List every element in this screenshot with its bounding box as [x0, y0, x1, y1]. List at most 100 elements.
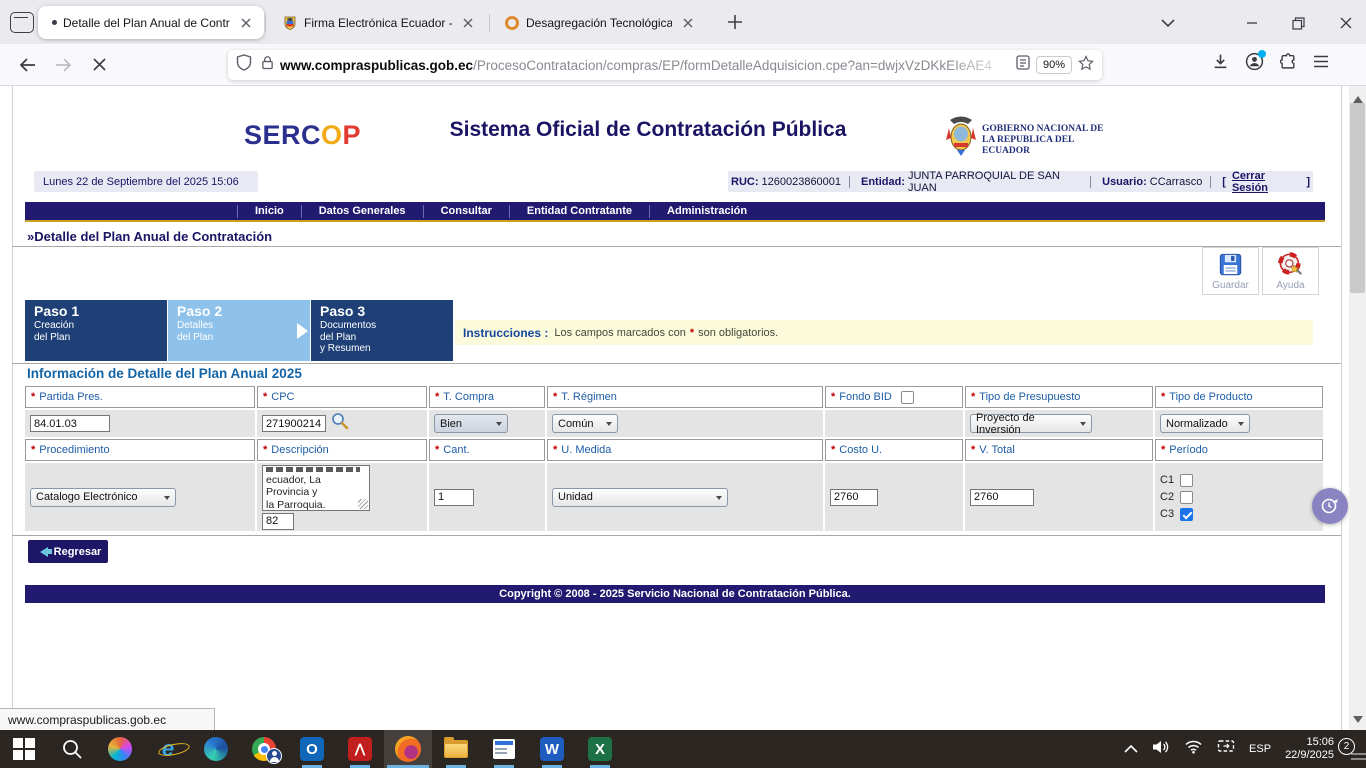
tab-detalle-plan[interactable]: Detalle del Plan Anual de Contr	[38, 6, 264, 39]
chrome-icon[interactable]	[240, 730, 288, 768]
acrobat-icon[interactable]: ⋀	[336, 730, 384, 768]
partida-input[interactable]: 84.01.03	[30, 415, 110, 432]
extensions-icon[interactable]	[1280, 53, 1297, 75]
new-tab-icon[interactable]	[724, 11, 746, 38]
clock[interactable]: 15:0622/9/2025	[1285, 736, 1334, 762]
instructions-text: Los campos marcados con	[554, 327, 685, 339]
step-1[interactable]: Paso 1 Creación del Plan	[25, 300, 167, 361]
regresar-button[interactable]: Regresar	[28, 540, 108, 563]
cell-t-compra: Bien	[429, 410, 545, 437]
ayuda-button[interactable]: Ayuda	[1262, 247, 1319, 295]
contacts-icon[interactable]	[480, 730, 528, 768]
ruc-label: RUC:	[731, 176, 759, 188]
tab-firma-electronica[interactable]: Firma Electrónica Ecuador - Firm	[272, 6, 486, 39]
t-compra-select[interactable]: Bien	[434, 414, 508, 433]
tab-title: Detalle del Plan Anual de Contr	[63, 16, 230, 30]
shield-icon[interactable]	[236, 54, 252, 76]
firefox-icon[interactable]	[384, 730, 432, 768]
u-medida-select[interactable]: Unidad	[552, 488, 728, 507]
minimize-icon[interactable]	[1236, 10, 1268, 36]
search-magnifier-icon[interactable]	[331, 412, 349, 435]
chrome-profile-badge	[266, 748, 282, 764]
wifi-icon[interactable]	[1184, 739, 1203, 759]
start-icon[interactable]	[0, 730, 48, 768]
c2-checkbox[interactable]	[1180, 491, 1193, 504]
display-icon[interactable]	[1217, 739, 1235, 759]
language-indicator[interactable]: ESP	[1249, 743, 1271, 755]
forward-icon[interactable]	[48, 50, 78, 80]
restore-icon[interactable]	[1282, 10, 1314, 36]
nav-consultar[interactable]: Consultar	[423, 205, 509, 218]
descripcion-code-input[interactable]: 82	[262, 513, 294, 530]
close-icon[interactable]	[678, 13, 698, 33]
procedimiento-select[interactable]: Catalogo Electrónico	[30, 488, 176, 507]
account-icon[interactable]	[1245, 52, 1264, 76]
close-icon[interactable]	[236, 13, 256, 33]
tab-desagregacion[interactable]: Desagregación Tecnológica: Cál	[494, 6, 706, 39]
usuario-label: Usuario:	[1102, 176, 1147, 188]
url-bar[interactable]: www.compraspublicas.gob.ec/ProcesoContra…	[228, 50, 1102, 80]
nav-entidad-contratante[interactable]: Entidad Contratante	[509, 205, 649, 218]
volume-icon[interactable]	[1152, 739, 1170, 760]
cell-costo-u: 2760	[825, 463, 963, 531]
fondo-bid-checkbox[interactable]	[901, 391, 914, 404]
cell-u-medida: Unidad	[547, 463, 823, 531]
menu-icon[interactable]	[1313, 55, 1329, 73]
header-tipo-producto: *Tipo de Producto	[1155, 386, 1323, 408]
zoom-level-chip[interactable]: 90%	[1036, 56, 1072, 74]
clipped-text-line	[266, 467, 360, 472]
c3-checkbox[interactable]	[1180, 508, 1193, 521]
logout-link[interactable]: Cerrar Sesión	[1232, 170, 1300, 194]
scrollbar-thumb[interactable]	[1350, 103, 1365, 293]
nav-inicio[interactable]: Inicio	[237, 205, 301, 218]
tab-separator	[265, 14, 266, 32]
edge-icon[interactable]	[192, 730, 240, 768]
t-regimen-select[interactable]: Común	[552, 414, 618, 433]
reader-mode-icon[interactable]	[1016, 55, 1030, 75]
cpc-input[interactable]: 271900214	[262, 415, 326, 432]
close-icon[interactable]	[1330, 10, 1362, 36]
excel-icon[interactable]: X	[576, 730, 624, 768]
bracket: [	[1222, 176, 1226, 188]
usuario-value: CCarrasco	[1150, 176, 1203, 188]
step-3[interactable]: Paso 3 Documentos del Plan y Resumen	[311, 300, 453, 361]
ie-icon[interactable]: e	[144, 730, 192, 768]
copilot-icon[interactable]	[96, 730, 144, 768]
header-v-total: *V. Total	[965, 439, 1153, 461]
scroll-up-icon[interactable]	[1353, 91, 1363, 103]
vertical-scrollbar[interactable]	[1349, 86, 1366, 730]
search-icon[interactable]	[48, 730, 96, 768]
tipo-presupuesto-select[interactable]: Proyecto de Inversión	[970, 414, 1092, 433]
v-total-input[interactable]: 2760	[970, 489, 1034, 506]
nav-datos-generales[interactable]: Datos Generales	[301, 205, 423, 218]
extension-clock-widget[interactable]	[1312, 488, 1348, 524]
c1-checkbox[interactable]	[1180, 474, 1193, 487]
costo-u-input[interactable]: 2760	[830, 489, 878, 506]
word-icon[interactable]: W	[528, 730, 576, 768]
tab-list-icon[interactable]	[1152, 10, 1184, 36]
copyright-footer: Copyright © 2008 - 2025 Servicio Naciona…	[25, 585, 1325, 603]
chevron-down-icon	[1080, 422, 1086, 429]
tray-expand-icon[interactable]	[1124, 740, 1138, 758]
guardar-button[interactable]: Guardar	[1202, 247, 1259, 295]
main-nav: Inicio Datos Generales Consultar Entidad…	[25, 202, 1325, 220]
tipo-producto-select[interactable]: Normalizado	[1160, 414, 1250, 433]
close-icon[interactable]	[458, 13, 478, 33]
nav-administracion[interactable]: Administración	[649, 205, 764, 218]
firefox-view-icon[interactable]	[10, 12, 34, 33]
file-explorer-icon[interactable]	[432, 730, 480, 768]
ruc-value: 1260023860001	[762, 176, 842, 188]
government-text: GOBIERNO NACIONAL DELA REPUBLICA DEL ECU…	[982, 124, 1122, 157]
lock-icon[interactable]	[261, 55, 274, 75]
outlook-icon[interactable]: O	[288, 730, 336, 768]
header-t-compra: *T. Compra	[429, 386, 545, 408]
step-2-active[interactable]: Paso 2 Detalles del Plan	[168, 300, 310, 361]
cant-input[interactable]: 1	[434, 489, 474, 506]
scroll-down-icon[interactable]	[1353, 716, 1363, 728]
downloads-icon[interactable]	[1212, 53, 1229, 75]
bookmark-star-icon[interactable]	[1078, 55, 1094, 76]
resize-grip-icon[interactable]	[358, 499, 368, 509]
back-icon[interactable]	[12, 50, 42, 80]
descripcion-textarea[interactable]: ecuador, La Provincia y la Parroquia.	[262, 465, 370, 511]
stop-icon[interactable]	[84, 50, 114, 80]
